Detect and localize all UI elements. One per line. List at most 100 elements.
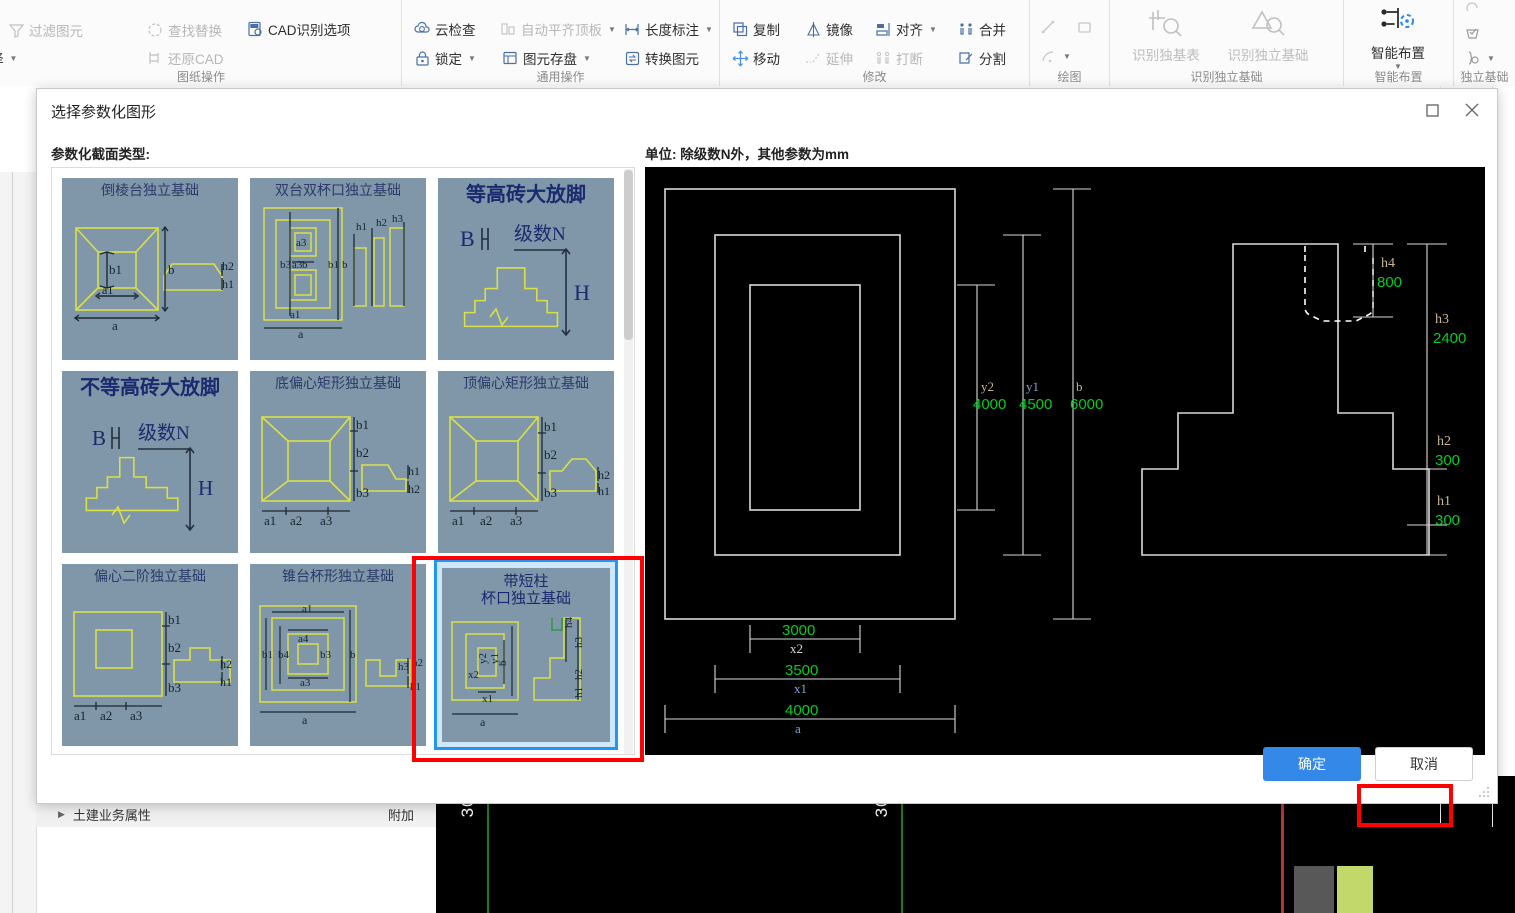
ribbon-item-line[interactable] bbox=[1040, 19, 1057, 36]
svg-text:h1: h1 bbox=[573, 687, 585, 698]
close-button[interactable] bbox=[1455, 95, 1489, 125]
svg-text:y1: y1 bbox=[489, 653, 501, 664]
ribbon-item-length-dim[interactable]: 长度标注 ▼ bbox=[624, 19, 713, 39]
thumbnail-title: 倒棱台独立基础 bbox=[101, 183, 199, 199]
thumbnail-item-equal-brick-footing[interactable]: 等高砖大放脚 B 级数N H bbox=[434, 173, 618, 364]
svg-text:a2: a2 bbox=[290, 513, 302, 528]
ribbon-item-auto-align-slab[interactable]: 自动平齐顶板 ▼ bbox=[500, 19, 616, 39]
thumbnail-drawing: b1 b2 b3 a1 a2 a3 h2 h1 bbox=[73, 610, 232, 723]
property-bar[interactable]: ▶ 土建业务属性 bbox=[36, 800, 436, 827]
thumbnail-item-frustum-cup[interactable]: 锥台杯形独立基础 a1 a4 a3 b1 b4 b3 b a h3 h2 h1 bbox=[246, 559, 430, 750]
left-toolbar-rail bbox=[0, 172, 37, 913]
svg-text:级数N: 级数N bbox=[514, 223, 566, 245]
ribbon-item-label: 合并 bbox=[979, 23, 1006, 38]
ribbon-item-lock[interactable]: 锁定 ▼ bbox=[414, 48, 476, 68]
thumbnail-drawing: b1 a1 a b h2 h1 bbox=[73, 225, 234, 333]
svg-text:h1: h1 bbox=[408, 464, 420, 478]
smart-layout-icon bbox=[1350, 0, 1446, 42]
thumbnail-item-double-cup[interactable]: 双台双杯口独立基础 a3 a3 b3 b a1 a b1 b h1 h2 h3 bbox=[246, 173, 430, 364]
ribbon-item-label: 长度标注 bbox=[645, 23, 699, 38]
ribbon-item-label: 智能布置 bbox=[1371, 46, 1425, 61]
ribbon-item-split[interactable]: 分割 bbox=[958, 48, 1006, 68]
parametric-shape-dialog: 选择参数化图形 参数化截面类型: 单位: 除级数N外，其他参数为mm 倒棱台独立… bbox=[36, 88, 1498, 804]
ok-button[interactable]: 确定 bbox=[1263, 747, 1361, 781]
svg-text:h2: h2 bbox=[412, 657, 423, 669]
property-bar-label: 土建业务属性 bbox=[72, 807, 151, 823]
ribbon-item-arc[interactable]: ▼ bbox=[1040, 48, 1071, 65]
ribbon-group-caption: 图纸操作 bbox=[176, 70, 225, 84]
ribbon-item-label: 过滤图元 bbox=[29, 24, 83, 39]
resize-grip[interactable] bbox=[1477, 785, 1489, 797]
rect-icon bbox=[1076, 19, 1093, 36]
thumbnail-item-inverted-frustum[interactable]: 倒棱台独立基础 b1 a1 a b h2 h1 bbox=[58, 173, 242, 364]
ribbon-item-move[interactable]: 移动 bbox=[732, 48, 780, 68]
dim-value-h2: 300 bbox=[1435, 452, 1460, 469]
ribbon-item-cad-options[interactable]: CAD识别选项 bbox=[247, 19, 351, 39]
shape-preview-canvas[interactable]: y2 4000 y1 4500 b 6000 3000 x2 3500 x1 4… bbox=[645, 167, 1485, 755]
ribbon-item-refresh[interactable] bbox=[1464, 2, 1481, 19]
svg-text:b3: b3 bbox=[356, 485, 369, 500]
dim-label-x2: x2 bbox=[790, 641, 803, 656]
chevron-down-icon: ▼ bbox=[929, 24, 937, 34]
cancel-button[interactable]: 取消 bbox=[1375, 747, 1473, 781]
ribbon-item-cloud-check[interactable]: 云检查 bbox=[414, 19, 476, 39]
ribbon-item-extend[interactable]: 延伸 bbox=[805, 48, 853, 68]
expand-triangle-icon: ▶ bbox=[58, 808, 65, 819]
ribbon-item-convert-element[interactable]: 转换图元 bbox=[624, 48, 699, 68]
ribbon-item-rect[interactable] bbox=[1076, 19, 1093, 36]
ribbon-group-drawing-ops: 过滤图元 查找替换 CAD识别选项 还原CAD 择 bbox=[0, 0, 402, 86]
dim-label-h2: h2 bbox=[1437, 434, 1451, 449]
ribbon-group-caption: 修改 bbox=[862, 70, 887, 84]
ribbon-item-label: 识别独立基础 bbox=[1227, 48, 1309, 63]
thumbnail-item-unequal-brick-footing[interactable]: 不等高砖大放脚 B 级数N H bbox=[58, 366, 242, 557]
svg-text:h1: h1 bbox=[220, 675, 232, 689]
svg-text:b: b bbox=[350, 649, 356, 661]
section-type-label: 参数化截面类型: bbox=[51, 147, 150, 162]
chevron-down-icon: ▼ bbox=[1063, 52, 1071, 61]
svg-text:a2: a2 bbox=[100, 708, 112, 723]
dim-label-x1: x1 bbox=[794, 681, 807, 696]
ribbon-item-smart-layout[interactable]: 智能布置 ▼ bbox=[1350, 0, 1446, 71]
svg-text:h2: h2 bbox=[408, 482, 420, 496]
maximize-button[interactable] bbox=[1415, 95, 1449, 125]
svg-text:a2: a2 bbox=[480, 513, 492, 528]
ribbon-item-label: 镜像 bbox=[826, 23, 853, 38]
close-icon bbox=[1465, 103, 1479, 117]
thumbnail-item-eccentric-two-step[interactable]: 偏心二阶独立基础 b1 b2 b3 a1 a2 a3 h2 h1 bbox=[58, 559, 242, 750]
ribbon-item-recognize-foundation[interactable]: 识别独立基础 bbox=[1220, 2, 1316, 64]
svg-text:b: b bbox=[342, 259, 348, 271]
thumbnail-item-short-column-cup[interactable]: 带短柱 杯口独立基础 b y1 y2 x2 x1 a h4 h3 h2 h1 bbox=[434, 559, 618, 750]
ribbon-item-filter[interactable]: 过滤图元 bbox=[8, 20, 83, 40]
ribbon-item-check-cup[interactable] bbox=[1464, 24, 1481, 41]
ribbon-item-recognize-table[interactable]: 识别独基表 bbox=[1118, 2, 1214, 64]
svg-text:a: a bbox=[298, 327, 304, 341]
thumbnail-item-top-eccentric-rect[interactable]: 顶偏心矩形独立基础 b1 b2 b3 a1 a2 a3 h2 h1 bbox=[434, 366, 618, 557]
svg-text:h2: h2 bbox=[220, 657, 232, 671]
shape-thumbnail-panel[interactable]: 倒棱台独立基础 b1 a1 a b h2 h1 双台双杯口独立基础 a3 a3 … bbox=[51, 167, 635, 755]
thumbnail-scrollbar-thumb[interactable] bbox=[624, 170, 633, 340]
ribbon-item-align[interactable]: 对齐 ▼ bbox=[875, 19, 937, 39]
dim-value-x2: 3000 bbox=[782, 622, 815, 639]
ribbon-item-restore-cad[interactable]: 还原CAD bbox=[147, 48, 224, 68]
ribbon-item-label: 云检查 bbox=[435, 23, 476, 38]
ribbon-item-save-element[interactable]: 图元存盘 ▼ bbox=[502, 48, 591, 68]
line-icon bbox=[1040, 19, 1057, 36]
ribbon-item-label: 择 bbox=[0, 48, 4, 68]
restore-cad-icon bbox=[147, 50, 164, 67]
ribbon-item-find-replace[interactable]: 查找替换 bbox=[147, 20, 222, 40]
ribbon-item-break[interactable]: 打断 bbox=[875, 48, 923, 68]
cloud-check-icon bbox=[414, 21, 431, 38]
ribbon-item-merge[interactable]: 合并 bbox=[958, 19, 1006, 39]
thumbnail-item-bottom-eccentric-rect[interactable]: 底偏心矩形独立基础 b1 b2 b3 a1 a2 a3 h1 h2 bbox=[246, 366, 430, 557]
ribbon-item-copy[interactable]: 复制 bbox=[732, 19, 780, 39]
svg-text:a3: a3 bbox=[510, 513, 522, 528]
filter-icon bbox=[8, 22, 25, 39]
ribbon-item-mirror[interactable]: 镜像 bbox=[805, 19, 853, 39]
dim-value-b: 6000 bbox=[1070, 396, 1103, 413]
ribbon-item-select[interactable]: 择 ▼ bbox=[0, 48, 17, 68]
ribbon-item-query[interactable]: ▼ bbox=[1464, 50, 1495, 67]
svg-text:b: b bbox=[302, 259, 308, 271]
check-cup-icon bbox=[1464, 24, 1481, 41]
svg-text:H: H bbox=[574, 280, 590, 305]
dim-value-a: 4000 bbox=[785, 702, 818, 719]
